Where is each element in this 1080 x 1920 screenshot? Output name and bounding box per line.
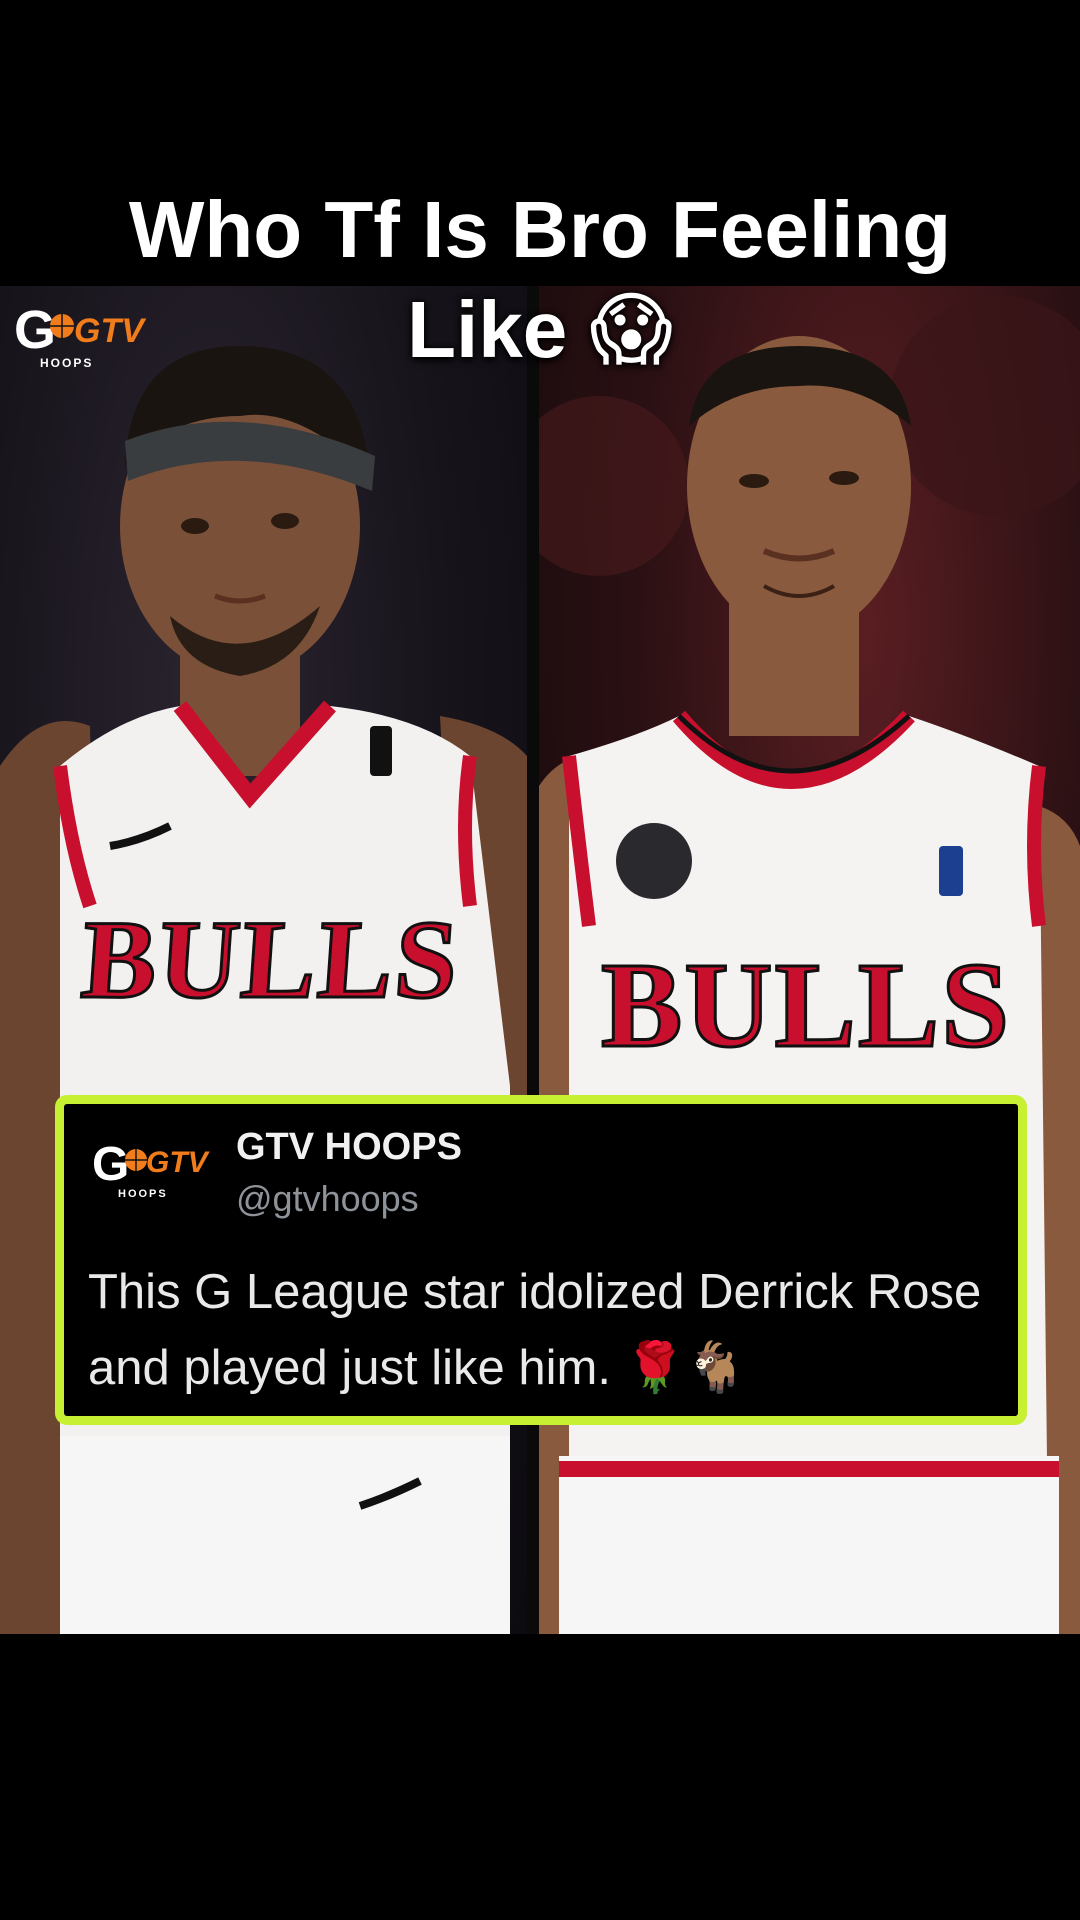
left-player-photo: BULLS (0, 286, 527, 1634)
tweet-author-handle: @gtvhoops (236, 1178, 419, 1219)
photo-divider (527, 286, 539, 1634)
left-jersey-text: BULLS (76, 897, 465, 1024)
tweet-avatar-sub: HOOPS (118, 1188, 168, 1200)
rose-goat-emoji-icon: 🌹🐐 (624, 1339, 747, 1396)
photo-collage: BULLS BULLS (0, 286, 1080, 1634)
tweet-author-name: GTV HOOPS (236, 1126, 462, 1168)
right-jersey-text: BULLS (599, 937, 1012, 1075)
tweet-avatar-brand: GTV (146, 1146, 208, 1179)
tweet-avatar: G GTV HOOPS (92, 1136, 208, 1208)
tweet-body: This G League star idolized Derrick Rose… (88, 1254, 1008, 1406)
tweet-card: G GTV HOOPS GTV HOOPS @gtvhoops This G L… (55, 1095, 1027, 1425)
scream-emoji-icon: 😱 (589, 283, 673, 376)
tweet-body-text: This G League star idolized Derrick Rose… (88, 1265, 982, 1395)
headline-text: Who Tf Is Bro Feeling Like (128, 185, 952, 374)
svg-text:G: G (92, 1138, 129, 1191)
right-player-photo: BULLS (539, 286, 1080, 1634)
headline: Who Tf Is Bro Feeling Like 😱 (40, 180, 1040, 380)
